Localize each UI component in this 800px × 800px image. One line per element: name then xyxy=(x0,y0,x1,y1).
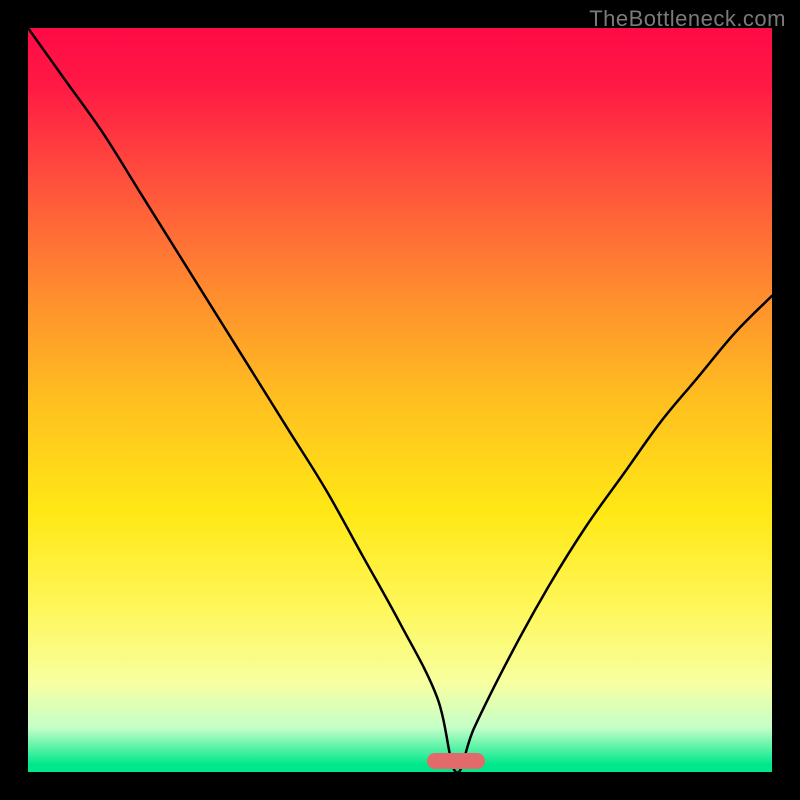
minimum-marker xyxy=(427,753,485,769)
bottleneck-curve xyxy=(28,28,772,772)
watermark-text: TheBottleneck.com xyxy=(589,6,786,32)
chart-frame: TheBottleneck.com xyxy=(0,0,800,800)
plot-area xyxy=(28,28,772,772)
